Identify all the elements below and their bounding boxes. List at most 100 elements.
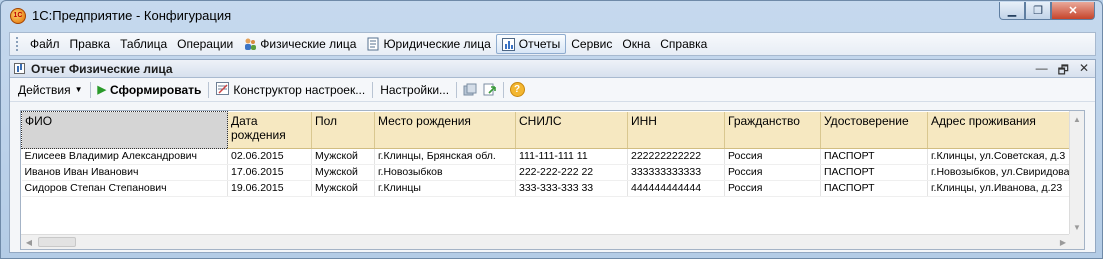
- table-cell[interactable]: 17.06.2015: [227, 164, 312, 181]
- constructor-label: Конструктор настроек...: [233, 82, 366, 97]
- table-cell[interactable]: ПАСПОРТ: [820, 148, 928, 165]
- menu-bar: Файл Правка Таблица Операции Физические …: [9, 32, 1096, 56]
- table-cell[interactable]: Мужской: [311, 148, 375, 165]
- help-button[interactable]: ?: [507, 80, 527, 100]
- actions-menu-button[interactable]: Действия ▼: [14, 80, 87, 100]
- toolbar-separator: [503, 81, 505, 98]
- report-toolbar: Действия ▼ ▶ Сформировать Конструктор на…: [10, 78, 1095, 102]
- report-icon: [502, 37, 516, 51]
- table-cell[interactable]: Россия: [724, 164, 821, 181]
- table-cell[interactable]: 19.06.2015: [227, 180, 312, 197]
- close-button[interactable]: ✕: [1051, 2, 1095, 20]
- constructor-icon: [216, 81, 230, 98]
- report-icon: [14, 63, 25, 74]
- column-header[interactable]: Дата рождения: [227, 111, 312, 149]
- toolbar-separator: [456, 81, 458, 98]
- menu-file[interactable]: Файл: [25, 34, 65, 54]
- vertical-scrollbar[interactable]: ▲ ▼: [1069, 111, 1084, 235]
- table-cell[interactable]: 444444444444: [627, 180, 725, 197]
- settings-constructor-button[interactable]: Конструктор настроек...: [212, 80, 369, 100]
- table-cell[interactable]: г.Клинцы, Брянская обл.: [374, 148, 516, 165]
- table-cell[interactable]: Елисеев Владимир Александрович: [21, 148, 228, 165]
- table-row[interactable]: Иванов Иван Иванович 17.06.2015 Мужской …: [21, 164, 1077, 181]
- table-cell[interactable]: ПАСПОРТ: [820, 164, 928, 181]
- menu-windows[interactable]: Окна: [617, 34, 655, 54]
- menu-label: Сервис: [571, 37, 613, 51]
- menu-table[interactable]: Таблица: [115, 34, 172, 54]
- scroll-down-icon[interactable]: ▼: [1070, 219, 1084, 235]
- toolbar-separator: [372, 81, 374, 98]
- report-table[interactable]: ФИО Дата рождения Пол Место рождения СНИ…: [20, 110, 1085, 250]
- table-cell[interactable]: 333-333-333 33: [515, 180, 628, 197]
- column-header[interactable]: ФИО: [21, 111, 228, 149]
- settings-button[interactable]: Настройки...: [376, 80, 453, 100]
- window-controls: ▁ ❐ ✕: [999, 2, 1095, 20]
- menu-operations[interactable]: Операции: [172, 34, 238, 54]
- column-header[interactable]: ИНН: [627, 111, 725, 149]
- toolbar-separator: [89, 81, 91, 98]
- menu-legal-entities[interactable]: Юридические лица: [361, 34, 495, 54]
- table-row[interactable]: Сидоров Степан Степанович 19.06.2015 Муж…: [21, 180, 1077, 197]
- table-cell[interactable]: 222222222222: [627, 148, 725, 165]
- table-cell[interactable]: Мужской: [311, 180, 375, 197]
- play-icon: ▶: [97, 84, 106, 96]
- table-cell[interactable]: г.Клинцы, ул.Советская, д.3: [927, 148, 1077, 165]
- menu-label: Таблица: [120, 37, 168, 51]
- maximize-button[interactable]: ❐: [1025, 2, 1051, 20]
- column-header[interactable]: Место рождения: [374, 111, 516, 149]
- people-icon: [243, 37, 257, 51]
- report-window: Отчет Физические лица — 🗗 ✕ Действия ▼ ▶…: [9, 59, 1096, 253]
- menu-grip[interactable]: [16, 37, 19, 51]
- restore-settings-icon[interactable]: [480, 80, 500, 100]
- scroll-up-icon[interactable]: ▲: [1070, 111, 1084, 127]
- restore-icon[interactable]: 🗗: [1058, 61, 1069, 82]
- minimize-icon: ▁: [1007, 5, 1017, 17]
- column-header[interactable]: Адрес проживания: [927, 111, 1077, 149]
- horizontal-scrollbar[interactable]: ◀ ▶: [21, 234, 1071, 249]
- help-icon: ?: [509, 82, 525, 97]
- scroll-corner: [1069, 234, 1084, 249]
- generate-button[interactable]: ▶ Сформировать: [94, 80, 206, 100]
- column-header[interactable]: Гражданство: [724, 111, 821, 149]
- column-header[interactable]: Пол: [311, 111, 375, 149]
- actions-label: Действия: [18, 82, 71, 97]
- menu-help[interactable]: Справка: [655, 34, 712, 54]
- menu-service[interactable]: Сервис: [566, 34, 617, 54]
- menu-label: Операции: [177, 37, 234, 51]
- table-cell[interactable]: г.Клинцы: [374, 180, 516, 197]
- table-cell[interactable]: Россия: [724, 148, 821, 165]
- table-cell[interactable]: ПАСПОРТ: [820, 180, 928, 197]
- column-header[interactable]: СНИЛС: [515, 111, 628, 149]
- close-icon[interactable]: ✕: [1079, 61, 1089, 82]
- column-header[interactable]: Удостоверение: [820, 111, 928, 149]
- table-cell[interactable]: Сидоров Степан Степанович: [21, 180, 228, 197]
- scroll-left-icon[interactable]: ◀: [21, 235, 37, 249]
- table-cell[interactable]: 222-222-222 22: [515, 164, 628, 181]
- report-window-header[interactable]: Отчет Физические лица — 🗗 ✕: [10, 60, 1095, 78]
- close-icon: ✕: [1068, 5, 1078, 17]
- settings-label: Настройки...: [380, 82, 450, 97]
- app-logo-icon: 1С: [10, 8, 26, 24]
- title-bar[interactable]: 1С 1С:Предприятие - Конфигурация ▁ ❐ ✕: [1, 1, 1102, 31]
- minimize-icon[interactable]: —: [1036, 61, 1048, 82]
- menu-reports[interactable]: Отчеты: [495, 34, 567, 54]
- table-cell[interactable]: Россия: [724, 180, 821, 197]
- menu-label: Окна: [622, 37, 651, 51]
- table-cell[interactable]: Мужской: [311, 164, 375, 181]
- application-window: 1С 1С:Предприятие - Конфигурация ▁ ❐ ✕ Ф…: [0, 0, 1103, 259]
- table-cell[interactable]: 02.06.2015: [227, 148, 312, 165]
- document-icon: [366, 37, 380, 51]
- table-cell[interactable]: Иванов Иван Иванович: [21, 164, 228, 181]
- menu-edit[interactable]: Правка: [65, 34, 116, 54]
- table-cell[interactable]: г.Новозыбков: [374, 164, 516, 181]
- menu-label: Справка: [660, 37, 708, 51]
- minimize-button[interactable]: ▁: [999, 2, 1025, 20]
- table-cell[interactable]: 333333333333: [627, 164, 725, 181]
- table-cell[interactable]: г.Новозыбков, ул.Свиридова: [927, 164, 1077, 181]
- menu-individuals[interactable]: Физические лица: [238, 34, 361, 54]
- table-cell[interactable]: 111-111-111 11: [515, 148, 628, 165]
- table-cell[interactable]: г.Клинцы, ул.Иванова, д.23: [927, 180, 1077, 197]
- scroll-thumb[interactable]: [38, 237, 76, 247]
- table-row[interactable]: Елисеев Владимир Александрович 02.06.201…: [21, 148, 1077, 165]
- save-settings-icon[interactable]: [460, 80, 480, 100]
